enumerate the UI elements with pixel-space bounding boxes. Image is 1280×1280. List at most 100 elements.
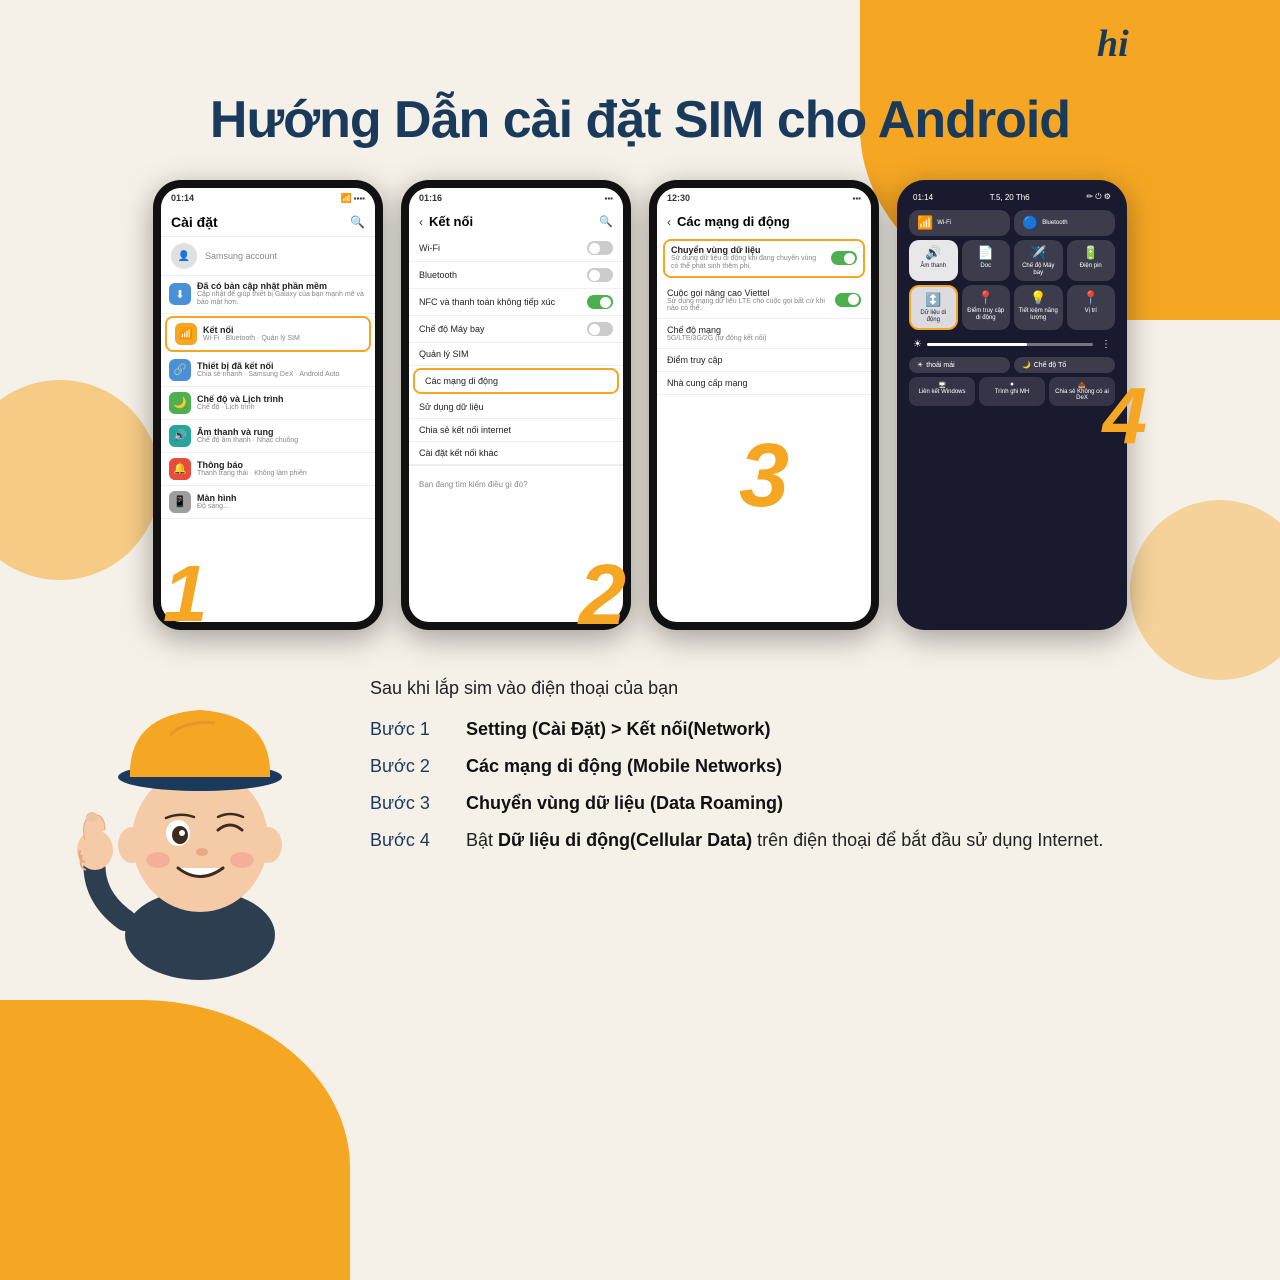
- data-roaming-toggle[interactable]: [831, 251, 857, 265]
- network-mode-item[interactable]: Chế độ mạng 5G/LTE/3G/2G (tự động kết nố…: [657, 319, 871, 349]
- svg-text:roam: roam: [1147, 23, 1229, 65]
- page-title: Hướng Dẫn cài đặt SIM cho Android: [40, 90, 1240, 150]
- am-thanh-item[interactable]: 🔊 Âm thanh và rung Chế độ âm thanh · Nhạ…: [161, 420, 375, 453]
- brightness-row: ☀ ⋮: [909, 336, 1115, 353]
- step-3-desc: Chuyển vùng dữ liệu (Data Roaming): [466, 790, 783, 817]
- phone-3-wrapper: 12:30 ▪▪▪ ‹ Các mạng di động Chuyển v: [649, 180, 879, 630]
- data-usage-item[interactable]: Sử dụng dữ liệu: [409, 396, 623, 419]
- access-point-item[interactable]: Điểm truy cập: [657, 349, 871, 372]
- update-texts: Đã có bản cập nhật phần mềm Cập nhật để …: [197, 281, 367, 308]
- hotspot-qs-label: Điểm truy cập di động: [966, 308, 1007, 321]
- search-icon[interactable]: 🔍: [350, 215, 365, 229]
- screen1-title: Cài đặt: [171, 214, 218, 230]
- update-banner[interactable]: ⬇ Đã có bản cập nhật phần mềm Cập nhật đ…: [161, 276, 375, 314]
- nfc-toggle[interactable]: [587, 295, 613, 309]
- status-bar-2: 01:16 ▪▪▪: [409, 188, 623, 208]
- search-icon-2[interactable]: 🔍: [599, 215, 613, 228]
- qs-airplane-tile[interactable]: ✈️ Chế độ Máy bay: [1014, 240, 1063, 281]
- sun-icon-sm: ☀: [917, 361, 923, 369]
- network-mode-sub: 5G/LTE/3G/2G (tự động kết nối): [667, 335, 861, 342]
- signal-icon: 📶: [340, 193, 351, 204]
- sim-label: Quản lý SIM: [419, 349, 469, 359]
- data-roaming-box[interactable]: Chuyển vùng dữ liệu Sử dụng dữ liệu di đ…: [663, 239, 865, 278]
- doc-qs-label: Doc: [980, 263, 991, 270]
- smart-tile-windows[interactable]: 🖥 Liên kết Windows: [909, 377, 975, 406]
- thong-bao-item[interactable]: 🔔 Thông báo Thanh trạng thái · Không làm…: [161, 453, 375, 486]
- time-1: 01:14: [171, 193, 194, 203]
- wifi-qs-label: Wi-Fi: [937, 220, 951, 227]
- screen2-title: Kết nối: [429, 214, 473, 229]
- step-number-4: 4: [1103, 370, 1148, 462]
- qs-battery-save-tile[interactable]: 💡 Tiết kiệm năng lượng: [1014, 285, 1063, 330]
- step-1-desc-bold: Setting (Cài Đặt) > Kết nối(Network): [466, 719, 771, 739]
- step-row-3: Bước 3 Chuyển vùng dữ liệu (Data Roaming…: [370, 790, 1220, 817]
- nfc-label: NFC và thanh toán không tiếp xúc: [419, 297, 555, 308]
- screen3-header: ‹ Các mạng di động: [657, 208, 871, 235]
- sound-qs-label: Âm thanh: [920, 263, 946, 270]
- phones-container: 01:14 📶 ▪▪▪▪ Cài đặt 🔍 👤 Sams: [40, 180, 1240, 630]
- step-row-4: Bước 4 Bật Dữ liệu di động(Cellular Data…: [370, 827, 1220, 854]
- qs-bt-tile[interactable]: 🔵 Bluetooth: [1014, 210, 1115, 236]
- location-qs-label: Vị trí: [1085, 308, 1097, 315]
- sim-item[interactable]: Quản lý SIM: [409, 343, 623, 366]
- night-mode-pill[interactable]: 🌙 Chế độ Tố: [1014, 357, 1115, 373]
- phone-3-frame: 12:30 ▪▪▪ ‹ Các mạng di động Chuyển v: [649, 180, 879, 630]
- airplane-toggle[interactable]: [587, 322, 613, 336]
- thiet-bi-sub: Chia sẻ nhanh · Samsung DeX · Android Au…: [197, 371, 339, 379]
- airplane-label: Chế độ Máy bay: [419, 324, 485, 334]
- wifi-toggle[interactable]: [587, 241, 613, 255]
- bluetooth-item[interactable]: Bluetooth: [409, 262, 623, 289]
- voiceover-toggle[interactable]: [835, 293, 861, 307]
- man-hinh-texts: Màn hình Độ sáng...: [197, 493, 237, 511]
- man-hinh-item[interactable]: 📱 Màn hình Độ sáng...: [161, 486, 375, 519]
- thiet-bi-texts: Thiết bị đã kết nối Chia sẻ nhanh · Sams…: [197, 361, 339, 379]
- qs-hotspot-tile[interactable]: 📍 Điểm truy cập di động: [962, 285, 1011, 330]
- qs-wifi-tile[interactable]: 📶 Wi-Fi: [909, 210, 1010, 236]
- back-arrow-icon[interactable]: ‹: [419, 215, 423, 229]
- mode-row: ☀ thoải mái 🌙 Chế độ Tố: [909, 357, 1115, 373]
- nfc-item[interactable]: NFC và thanh toán không tiếp xúc: [409, 289, 623, 316]
- signal-icon-3: ▪▪▪: [852, 194, 861, 203]
- bt-qs-icon: 🔵: [1022, 215, 1038, 231]
- voiceover-item[interactable]: Cuộc gọi nâng cao Viettel Sử dụng mạng d…: [657, 282, 871, 319]
- battery-icon: ▪▪▪: [604, 194, 613, 203]
- smart-tile-record[interactable]: ⏺ Trình ghi MH: [979, 377, 1045, 406]
- che-do-item[interactable]: 🌙 Chế độ và Lịch trình Chế độ · Lịch trì…: [161, 387, 375, 420]
- step-number-3: 3: [739, 426, 789, 526]
- mascot-svg: [70, 655, 330, 985]
- thiet-bi-item[interactable]: 🔗 Thiết bị đã kết nối Chia sẻ nhanh · Sa…: [161, 354, 375, 387]
- more-icon[interactable]: ⋮: [1101, 339, 1111, 350]
- smart-tile-record-icon: ⏺: [984, 382, 1040, 389]
- battery-save-qs-icon: 💡: [1030, 290, 1046, 306]
- comfortable-mode-pill[interactable]: ☀ thoải mái: [909, 357, 1010, 373]
- qs-data-tile[interactable]: ↕️ Dữ liệu di động: [909, 285, 958, 330]
- voiceover-sub: Sử dụng mạng dữ liệu LTE cho cuộc gọi bấ…: [667, 298, 829, 312]
- more-conn-item[interactable]: Cài đặt kết nối khác: [409, 442, 623, 465]
- voiceover-text: Cuộc gọi nâng cao Viettel Sử dụng mạng d…: [667, 288, 829, 312]
- step-2-label: Bước 2: [370, 753, 450, 780]
- brightness-bar[interactable]: [927, 343, 1093, 346]
- qs-battery-tile[interactable]: 🔋 Điện pin: [1067, 240, 1116, 281]
- bluetooth-toggle[interactable]: [587, 268, 613, 282]
- phone-4-screen: 01:14 T.5, 20 Th6 ✏ ⏻ ⚙ 📶 Wi-Fi 🔵: [905, 188, 1119, 622]
- ket-noi-sub: Wi-Fi · Bluetooth · Quản lý SIM: [203, 335, 300, 343]
- airplane-item[interactable]: Chế độ Máy bay: [409, 316, 623, 343]
- qs-location-tile[interactable]: 📍 Vị trí: [1067, 285, 1116, 330]
- qs-sound-tile[interactable]: 🔊 Âm thanh: [909, 240, 958, 281]
- hotspot-item[interactable]: Chia sẻ kết nối internet: [409, 419, 623, 442]
- qs-header: 01:14 T.5, 20 Th6 ✏ ⏻ ⚙: [905, 188, 1119, 206]
- provider-item[interactable]: Nhà cung cấp mạng: [657, 372, 871, 395]
- back-arrow-icon-3[interactable]: ‹: [667, 215, 671, 229]
- che-do-label: Chế độ và Lịch trình: [197, 394, 284, 404]
- phone-2-wrapper: 01:16 ▪▪▪ ‹ Kết nối 🔍 Wi-Fi: [401, 180, 631, 630]
- update-icon: ⬇: [169, 283, 191, 305]
- mobile-networks-item[interactable]: Các mạng di động: [413, 368, 619, 394]
- ket-noi-item[interactable]: 📶 Kết nối Wi-Fi · Bluetooth · Quản lý SI…: [165, 316, 371, 352]
- battery-qs-icon: 🔋: [1083, 245, 1099, 261]
- am-thanh-label: Âm thanh và rung: [197, 427, 298, 437]
- qs-doc-tile[interactable]: 📄 Doc: [962, 240, 1011, 281]
- doc-qs-icon: 📄: [978, 245, 994, 261]
- wifi-item[interactable]: Wi-Fi: [409, 235, 623, 262]
- step-row-1: Bước 1 Setting (Cài Đặt) > Kết nối(Netwo…: [370, 716, 1220, 743]
- phone-1-wrapper: 01:14 📶 ▪▪▪▪ Cài đặt 🔍 👤 Sams: [153, 180, 383, 630]
